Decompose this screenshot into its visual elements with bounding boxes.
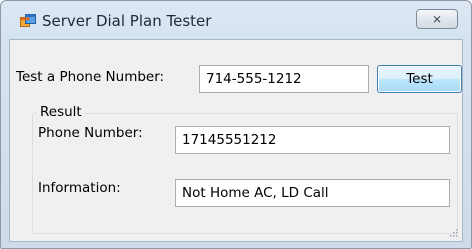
test-button[interactable]: Test bbox=[377, 65, 462, 93]
information-field[interactable]: Not Home AC, LD Call bbox=[175, 179, 450, 207]
information-label: Information: bbox=[38, 180, 121, 196]
app-window-icon bbox=[20, 14, 36, 27]
close-button[interactable]: ⨯ bbox=[416, 9, 458, 29]
close-icon: ⨯ bbox=[431, 12, 443, 26]
dialog-client-area: Test a Phone Number: 714-555-1212 Test R… bbox=[9, 39, 463, 242]
phone-number-field[interactable]: 17145551212 bbox=[175, 126, 450, 154]
window-title: Server Dial Plan Tester bbox=[42, 12, 212, 30]
dialog-window: Server Dial Plan Tester ⨯ Test a Phone N… bbox=[0, 0, 472, 249]
test-number-input[interactable]: 714-555-1212 bbox=[199, 65, 369, 93]
result-group-label: Result bbox=[37, 104, 85, 120]
phone-number-label: Phone Number: bbox=[38, 125, 143, 141]
test-number-label: Test a Phone Number: bbox=[16, 69, 165, 85]
resize-grip-icon[interactable] bbox=[448, 227, 458, 237]
title-bar[interactable]: Server Dial Plan Tester ⨯ bbox=[1, 1, 471, 37]
